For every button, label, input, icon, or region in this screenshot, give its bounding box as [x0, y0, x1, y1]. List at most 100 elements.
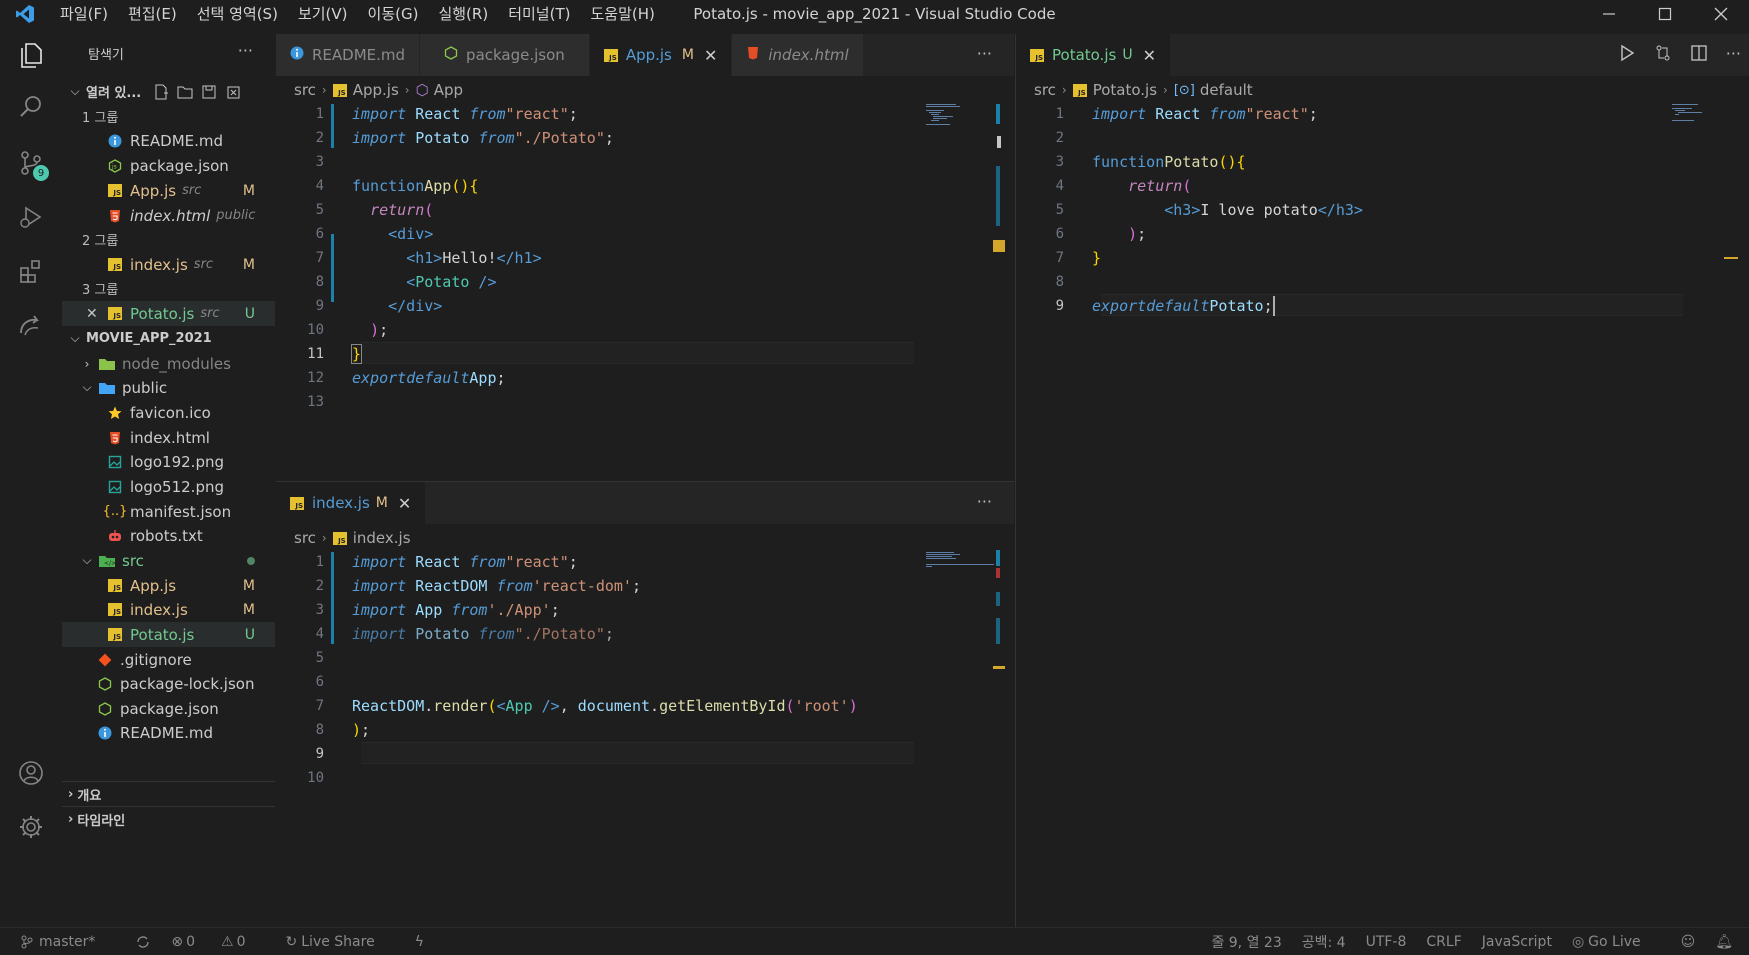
notifications-bell-icon[interactable]: 🔔︎	[1715, 934, 1733, 950]
nodejs-icon: js	[106, 158, 124, 173]
save-all-icon[interactable]	[201, 84, 217, 100]
tree-file[interactable]: package-lock.json	[62, 671, 275, 696]
indentation-status[interactable]: 공백: 4	[1302, 932, 1346, 952]
source-control-icon[interactable]: 9	[3, 137, 59, 189]
close-tab-icon[interactable]: ✕	[704, 46, 717, 65]
tree-file[interactable]: JS index.js M	[62, 597, 275, 622]
code-line: );	[370, 321, 389, 339]
javascript-file-icon: JS	[603, 46, 618, 64]
overview-ruler-marker	[1724, 257, 1738, 259]
tab-index-html[interactable]: index.html	[732, 34, 864, 76]
eol-status[interactable]: CRLF	[1426, 934, 1461, 950]
feedback-icon[interactable]: ☺	[1681, 934, 1696, 950]
minimize-icon[interactable]	[1581, 0, 1637, 27]
tree-file[interactable]: robots.txt	[62, 523, 275, 548]
run-debug-icon[interactable]	[3, 191, 59, 243]
menu-help[interactable]: 도움말(H)	[580, 3, 664, 24]
menu-selection[interactable]: 선택 영역(S)	[187, 3, 288, 24]
more-actions-icon[interactable]: ···	[238, 41, 253, 60]
outline-section[interactable]: › 개요	[62, 781, 275, 806]
lightning-icon[interactable]: ϟ	[415, 934, 424, 950]
sync-icon[interactable]	[135, 935, 151, 949]
open-editor-item[interactable]: js package.json	[62, 153, 275, 178]
new-folder-icon[interactable]	[177, 84, 193, 100]
open-editor-item-active[interactable]: ✕ JS Potato.js src U	[62, 301, 275, 326]
tree-file[interactable]: index.html	[62, 425, 275, 450]
code-area[interactable]: 1 2 3 4 5 6 7 8 9 10 11 12 13 import Rea…	[276, 102, 1014, 478]
image-file-icon	[106, 455, 124, 469]
minimap[interactable]	[1672, 102, 1742, 132]
menu-run[interactable]: 실행(R)	[428, 3, 498, 24]
tree-file[interactable]: package.json	[62, 696, 275, 721]
branch-status[interactable]: master*	[20, 934, 115, 950]
menu-go[interactable]: 이동(G)	[358, 3, 429, 24]
more-actions-icon[interactable]: ···	[1726, 44, 1741, 63]
tree-file[interactable]: {..} manifest.json	[62, 499, 275, 524]
tree-file[interactable]: favicon.ico	[62, 400, 275, 425]
chevron-right-icon: ›	[84, 356, 90, 371]
close-tab-icon[interactable]: ✕	[398, 494, 411, 513]
problems-status[interactable]: ⊗ 0 ⚠ 0	[171, 934, 265, 950]
chevron-down-icon: ⌵	[82, 380, 92, 394]
svg-text:js: js	[111, 163, 117, 170]
tab-bar: JS Potato.js U ✕ ···	[1016, 34, 1749, 76]
code-area[interactable]: 1 2 3 4 5 6 7 8 9 import React from "rea…	[1016, 102, 1749, 922]
new-file-icon[interactable]	[153, 84, 169, 100]
language-mode-status[interactable]: JavaScript	[1482, 934, 1552, 950]
project-header[interactable]: ⌵ MOVIE_APP_2021	[62, 326, 275, 351]
overview-ruler-marker	[996, 592, 1000, 606]
menu-file[interactable]: 파일(F)	[50, 3, 118, 24]
extensions-icon[interactable]	[3, 245, 59, 297]
code-line: </div>	[388, 297, 443, 315]
minimap[interactable]	[926, 550, 996, 580]
close-tab-icon[interactable]: ✕	[1143, 46, 1156, 65]
menu-terminal[interactable]: 터미널(T)	[498, 3, 580, 24]
accounts-icon[interactable]	[3, 747, 59, 799]
tree-file[interactable]: logo512.png	[62, 474, 275, 499]
open-editor-item[interactable]: JS App.js src M	[62, 178, 275, 203]
folder-open-icon	[98, 381, 116, 395]
code-line: import React from "react";	[1092, 105, 1318, 123]
tree-file[interactable]: JS App.js M	[62, 573, 275, 598]
explorer-icon[interactable]	[3, 29, 59, 81]
tab-index-js[interactable]: JS index.js M ✕	[276, 482, 427, 524]
tree-file-selected[interactable]: JS Potato.js U	[62, 622, 275, 647]
more-actions-icon[interactable]: ···	[977, 44, 992, 63]
tab-readme[interactable]: README.md	[276, 34, 421, 76]
open-editors-header[interactable]: ⌵ 열려 있...	[62, 79, 275, 104]
tab-package-json[interactable]: package.json	[420, 34, 590, 76]
tree-folder-node-modules[interactable]: › node_modules	[62, 351, 275, 376]
tree-folder-public[interactable]: ⌵ public	[62, 375, 275, 400]
search-icon[interactable]	[3, 81, 59, 133]
close-window-icon[interactable]	[1693, 0, 1749, 27]
code-line: <div>	[388, 225, 434, 243]
tab-potato-js[interactable]: JS Potato.js U ✕	[1016, 34, 1171, 76]
tree-file[interactable]: .gitignore	[62, 647, 275, 672]
tab-app-js[interactable]: JS App.js M ✕	[589, 34, 733, 76]
menu-view[interactable]: 보기(V)	[288, 3, 358, 24]
open-editor-item[interactable]: README.md	[62, 128, 275, 153]
menu-edit[interactable]: 편집(E)	[118, 3, 187, 24]
tree-file[interactable]: logo192.png	[62, 449, 275, 474]
settings-gear-icon[interactable]	[3, 801, 59, 853]
open-editor-item[interactable]: index.html public	[62, 203, 275, 228]
tree-file[interactable]: README.md	[62, 720, 275, 745]
open-editor-item[interactable]: JS index.js src M	[62, 252, 275, 277]
maximize-icon[interactable]	[1637, 0, 1693, 27]
remote-explorer-icon[interactable]	[3, 299, 59, 351]
close-icon[interactable]: ✕	[86, 306, 106, 322]
go-live-status[interactable]: ◎ Go Live	[1572, 934, 1661, 950]
close-all-icon[interactable]	[225, 84, 241, 100]
minimap[interactable]	[926, 102, 996, 132]
more-actions-icon[interactable]: ···	[977, 492, 992, 511]
timeline-section[interactable]: › 타임라인	[62, 806, 275, 831]
run-icon[interactable]	[1618, 44, 1636, 62]
code-area[interactable]: 1 2 3 4 5 6 7 8 9 10 import React from "…	[276, 550, 1014, 926]
live-share-status[interactable]: ↻ Live Share	[286, 934, 395, 950]
compare-changes-icon[interactable]	[1654, 44, 1672, 62]
cursor-position-status[interactable]: 줄 9, 열 23	[1211, 932, 1281, 952]
split-editor-icon[interactable]	[1690, 44, 1708, 62]
encoding-status[interactable]: UTF-8	[1366, 934, 1407, 950]
tree-folder-src[interactable]: ⌵ </> src	[62, 548, 275, 573]
code-line: export default Potato;	[1092, 296, 1275, 316]
